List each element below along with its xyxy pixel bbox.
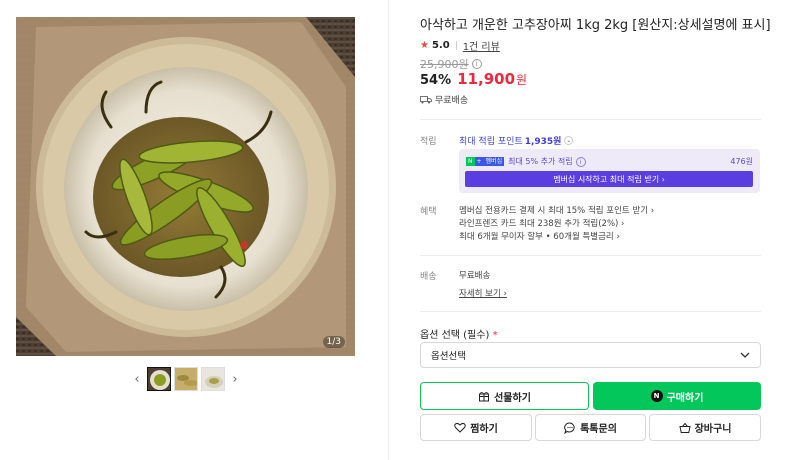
thumb-prev-button[interactable]: ‹ bbox=[130, 367, 144, 391]
benefit-line-3[interactable]: 최대 6개월 무이자 할부 • 60개월 특별금리 › bbox=[459, 230, 620, 242]
thumbnail-closeup-image bbox=[175, 368, 197, 390]
benefit-line-1[interactable]: 멤버십 전용카드 결제 시 최대 15% 적립 포인트 받기 › bbox=[459, 204, 654, 216]
thumb-next-button[interactable]: › bbox=[228, 367, 242, 391]
delivery-label: 배송 bbox=[420, 272, 437, 282]
npay-membership-text: 멤버십 bbox=[483, 157, 505, 166]
chevron-right-icon: › bbox=[232, 371, 238, 387]
membership-info-icon[interactable]: i bbox=[575, 156, 586, 167]
thumbnail-bowl-image bbox=[202, 368, 224, 390]
membership-amount: 476원 bbox=[730, 157, 753, 166]
rating-score: 5.0 bbox=[431, 40, 450, 51]
delivery-value: 무료배송 bbox=[459, 271, 491, 281]
delivery-detail-link[interactable]: 자세히 보기 › bbox=[459, 287, 507, 299]
divider bbox=[420, 119, 761, 120]
truck-icon bbox=[420, 95, 432, 103]
column-divider bbox=[388, 0, 389, 460]
option-label-text: 옵션 선택 (필수) bbox=[420, 330, 490, 341]
thumbnail-2[interactable] bbox=[174, 367, 198, 391]
thumbnail-3[interactable] bbox=[201, 367, 225, 391]
heart-icon bbox=[454, 422, 466, 433]
gift-icon bbox=[479, 391, 490, 402]
image-counter: 1/3 bbox=[322, 336, 345, 348]
benefit-line-2[interactable]: 라인프렌즈 카드 최대 238원 추가 적립(2%) › bbox=[459, 217, 624, 229]
chevron-left-icon: ‹ bbox=[134, 371, 140, 387]
membership-text: 최대 5% 추가 적립 bbox=[508, 157, 573, 166]
buy-button[interactable]: N 구매하기 bbox=[593, 382, 761, 410]
info-icon[interactable]: i bbox=[471, 59, 482, 69]
pickled-peppers-photo bbox=[16, 17, 355, 356]
buy-button-label: 구매하기 bbox=[666, 392, 704, 404]
divider bbox=[420, 311, 761, 312]
benefits-label: 혜택 bbox=[420, 207, 437, 217]
chevron-down-icon: ⌄ bbox=[564, 136, 574, 145]
membership-start-button[interactable]: 멤버십 시작하고 최대 적립 받기 › bbox=[465, 171, 753, 187]
thumbnail-1[interactable] bbox=[147, 367, 171, 391]
star-icon: ★ bbox=[420, 40, 429, 51]
cart-button[interactable]: 장바구니 bbox=[649, 414, 761, 441]
chat-bubble-icon bbox=[564, 422, 575, 434]
required-mark: * bbox=[492, 330, 498, 341]
npay-plus-mark: + bbox=[474, 157, 484, 166]
cart-button-label: 장바구니 bbox=[694, 424, 732, 435]
npay-membership-badge: N + 멤버십 bbox=[466, 157, 505, 166]
points-headline-amount: 1,935원 bbox=[524, 137, 562, 147]
rating-separator bbox=[455, 41, 457, 50]
main-product-image[interactable]: 1/3 bbox=[16, 17, 355, 356]
option-label: 옵션 선택 (필수) * bbox=[420, 326, 498, 341]
points-headline[interactable]: 최대 적립 포인트 1,935원 ⌄ bbox=[459, 134, 574, 147]
price-row: 54% 11,900 원 bbox=[420, 70, 527, 88]
talktalk-button-label: 톡톡문의 bbox=[580, 424, 617, 435]
thumbnail-strip: ‹ › bbox=[130, 366, 242, 392]
gift-button-label: 선물하기 bbox=[494, 392, 531, 404]
option-select[interactable]: 옵션선택 bbox=[420, 342, 761, 368]
wishlist-button[interactable]: 찜하기 bbox=[420, 414, 532, 441]
points-label: 적립 bbox=[420, 137, 437, 147]
sale-price: 11,900 bbox=[457, 70, 516, 88]
chevron-down-icon bbox=[740, 352, 750, 358]
membership-box: N + 멤버십 최대 5% 추가 적립 i 476원 멤버십 시작하고 최대 적… bbox=[459, 149, 760, 193]
gift-button[interactable]: 선물하기 bbox=[420, 382, 589, 410]
currency-unit: 원 bbox=[516, 73, 528, 87]
rating-row: ★ 5.0 1건 리뷰 bbox=[420, 38, 500, 53]
product-gallery: 1/3 ‹ › bbox=[0, 0, 388, 460]
option-select-value: 옵션선택 bbox=[431, 351, 466, 362]
npay-n-mark: N bbox=[466, 157, 475, 166]
shopping-basket-icon bbox=[678, 422, 691, 433]
shipping-summary: 무료배송 bbox=[420, 93, 468, 106]
naver-n-icon: N bbox=[650, 390, 663, 402]
product-title: 아삭하고 개운한 고추장아찌 1kg 2kg [원산지:상세설명에 표시] bbox=[420, 18, 771, 33]
talktalk-inquiry-button[interactable]: 톡톡문의 bbox=[535, 414, 646, 441]
shipping-summary-text: 무료배송 bbox=[435, 96, 469, 106]
points-headline-prefix: 최대 적립 포인트 bbox=[459, 137, 523, 147]
thumbnail-peppers-image bbox=[148, 368, 170, 390]
membership-row: N + 멤버십 최대 5% 추가 적립 i 476원 bbox=[466, 156, 753, 167]
wishlist-button-label: 찜하기 bbox=[470, 424, 498, 435]
review-count-link[interactable]: 1건 리뷰 bbox=[463, 38, 500, 53]
discount-rate: 54% bbox=[420, 73, 452, 88]
divider bbox=[420, 255, 761, 256]
